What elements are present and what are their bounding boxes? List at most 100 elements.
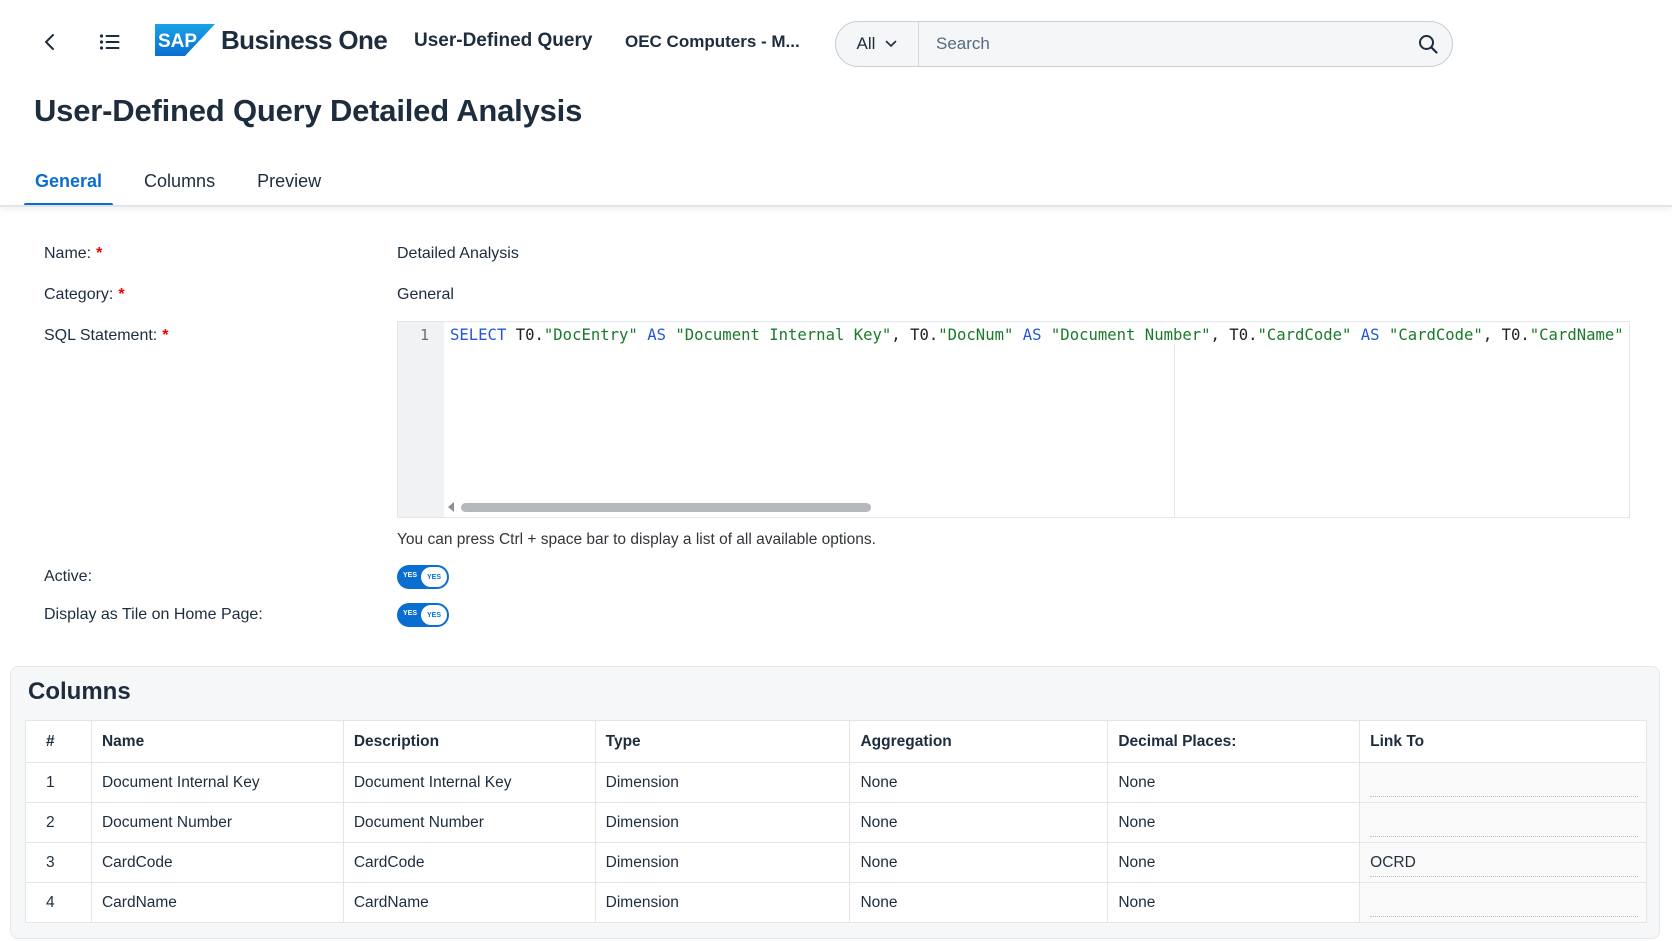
link-to-input[interactable] (1359, 882, 1647, 923)
name-value[interactable]: Detailed Analysis (397, 245, 519, 263)
active-switch[interactable]: YES YES (397, 565, 449, 589)
column-description-cell: Document Internal Key (342, 762, 596, 803)
column-aggregation-cell: None (849, 762, 1109, 803)
tab-bar: General Columns Preview (24, 160, 352, 206)
column-description-cell: CardCode (342, 842, 596, 883)
row-number: 4 (25, 882, 92, 923)
column-type-cell: Dimension (594, 802, 851, 843)
search-field: All (835, 21, 1453, 67)
company-name[interactable]: OEC Computers - M... (625, 32, 800, 52)
chevron-left-icon (45, 34, 54, 50)
menu-button[interactable] (96, 28, 124, 56)
link-to-input[interactable] (1359, 762, 1647, 803)
column-header: Link To (1359, 720, 1647, 763)
row-number: 2 (25, 802, 92, 843)
column-aggregation-cell: None (849, 802, 1109, 843)
table-header-row: # Name Description Type Aggregation Deci… (25, 720, 1647, 763)
column-name-cell: Document Number (90, 802, 344, 843)
column-type-cell: Dimension (594, 882, 851, 923)
page-title: User-Defined Query Detailed Analysis (34, 93, 583, 128)
link-to-input[interactable] (1359, 802, 1647, 843)
product-name: Business One (221, 24, 388, 55)
search-scope-label: All (856, 34, 876, 53)
line-number: 1 (419, 326, 429, 344)
table-row[interactable]: 3 CardCode CardCode Dimension None None … (25, 842, 1647, 883)
active-label: Active: (44, 568, 93, 585)
column-type-cell: Dimension (594, 842, 851, 883)
tab-columns[interactable]: Columns (133, 160, 226, 206)
column-decimals-cell: None (1107, 842, 1361, 883)
name-label: Name: * (44, 245, 103, 262)
column-header: Description (342, 720, 596, 763)
search-icon (1419, 35, 1438, 54)
sql-string: "CardName" (1529, 326, 1624, 344)
sql-statement-label: SQL Statement: * (44, 327, 169, 344)
column-header: Name (90, 720, 344, 763)
back-button[interactable] (36, 28, 64, 56)
sap-logo-icon: SAP (155, 24, 215, 56)
category-label: Category: * (44, 286, 125, 303)
search-button[interactable] (1404, 22, 1452, 66)
sql-string: "Document Number" (1050, 326, 1211, 344)
tab-general[interactable]: General (24, 160, 114, 206)
sql-keyword: AS (1360, 326, 1380, 344)
sql-string: "DocNum" (938, 326, 1014, 344)
sql-keyword: AS (1022, 326, 1042, 344)
table-row[interactable]: 1 Document Internal Key Document Interna… (25, 762, 1647, 803)
column-description-cell: CardName (342, 882, 596, 923)
category-value[interactable]: General (397, 286, 454, 304)
column-type-cell: Dimension (594, 762, 851, 803)
search-input[interactable] (919, 22, 1404, 66)
display-tile-label: Display as Tile on Home Page: (44, 606, 263, 623)
column-name-cell: Document Internal Key (90, 762, 344, 803)
table-row[interactable]: 4 CardName CardName Dimension None None (25, 882, 1647, 923)
display-tile-switch[interactable]: YES YES (397, 603, 449, 627)
columns-section: Columns # Name Description Type Aggregat… (10, 666, 1660, 939)
column-header: Aggregation (849, 720, 1109, 763)
scroll-left-icon[interactable] (448, 502, 454, 512)
editor-horizontal-scrollbar[interactable] (444, 499, 1629, 517)
required-indicator: * (96, 245, 103, 262)
column-header: # (25, 720, 92, 763)
chevron-down-icon (886, 40, 897, 48)
sql-editor[interactable]: 1 SELECT T0."DocEntry" AS "Document Inte… (397, 321, 1630, 518)
sql-text: , T0. (891, 326, 939, 344)
columns-section-title: Columns (28, 678, 131, 705)
switch-knob: YES (420, 604, 448, 626)
list-icon (99, 34, 120, 50)
table-row[interactable]: 2 Document Number Document Number Dimens… (25, 802, 1647, 843)
required-indicator: * (162, 327, 169, 344)
column-header: Type (594, 720, 851, 763)
editor-gutter: 1 (398, 322, 444, 517)
columns-table: # Name Description Type Aggregation Deci… (25, 720, 1647, 923)
sql-text: , T0. (1482, 326, 1530, 344)
column-description-cell: Document Number (342, 802, 596, 843)
link-to-input[interactable]: OCRD (1359, 842, 1647, 883)
switch-knob: YES (420, 566, 448, 588)
column-header: Decimal Places: (1107, 720, 1361, 763)
sap-business-one-logo[interactable]: SAP Business One (155, 24, 388, 56)
app-title: User-Defined Query (414, 30, 593, 51)
column-decimals-cell: None (1107, 882, 1361, 923)
column-decimals-cell: None (1107, 762, 1361, 803)
sql-string: "CardCode" (1388, 326, 1483, 344)
editor-divider (1174, 344, 1175, 517)
sql-keyword: AS (647, 326, 666, 344)
column-decimals-cell: None (1107, 802, 1361, 843)
search-scope-select[interactable]: All (836, 22, 919, 66)
column-aggregation-cell: None (849, 882, 1109, 923)
column-aggregation-cell: None (849, 842, 1109, 883)
tab-preview[interactable]: Preview (246, 160, 332, 206)
scrollbar-thumb[interactable] (461, 503, 871, 512)
sql-code-line[interactable]: SELECT T0."DocEntry" AS "Document Intern… (450, 326, 1628, 344)
row-number: 3 (25, 842, 92, 883)
column-name-cell: CardCode (90, 842, 344, 883)
sql-string: "CardCode" (1257, 326, 1352, 344)
svg-text:SAP: SAP (158, 31, 197, 52)
